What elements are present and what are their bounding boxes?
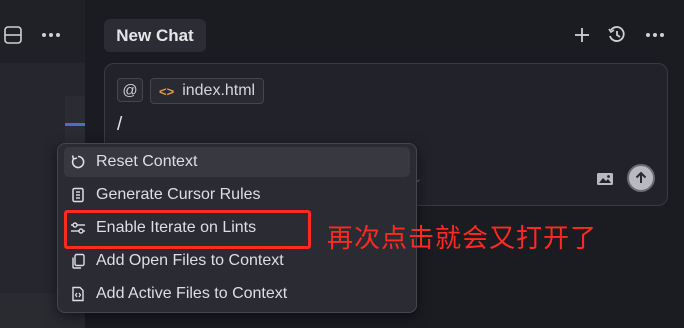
tab-new-chat[interactable]: New Chat [104, 19, 206, 52]
file-chip-label: index.html [182, 82, 256, 99]
menu-item-label: Generate Cursor Rules [96, 186, 261, 203]
plus-icon[interactable] [572, 25, 592, 45]
copy-icon [70, 253, 86, 269]
annotation-highlight-box [64, 210, 311, 249]
more-icon[interactable] [644, 25, 666, 45]
arrow-up-icon [635, 171, 647, 183]
menu-item-label: Add Open Files to Context [96, 252, 284, 269]
history-icon[interactable] [607, 25, 627, 45]
send-button[interactable] [627, 164, 655, 192]
file-code-icon [70, 286, 86, 302]
more-icon[interactable] [40, 24, 62, 46]
code-icon: <> [159, 83, 175, 99]
context-file-chip[interactable]: <> index.html [150, 78, 265, 104]
annotation-text: 再次点击就会又打开了 [327, 224, 598, 254]
menu-item-generate-cursor-rules[interactable]: Generate Cursor Rules [64, 180, 410, 210]
mention-button[interactable]: @ [117, 78, 143, 102]
layout-icon[interactable] [2, 24, 24, 46]
image-icon[interactable] [596, 172, 614, 186]
rules-icon [70, 187, 86, 203]
menu-item-label: Reset Context [96, 153, 198, 170]
at-icon: @ [122, 81, 138, 99]
menu-item-reset-context[interactable]: Reset Context [64, 147, 410, 177]
menu-item-label: Add Active Files to Context [96, 285, 288, 302]
menu-item-add-active-files[interactable]: Add Active Files to Context [64, 279, 410, 309]
selection-indicator [65, 123, 85, 126]
refresh-icon [70, 154, 86, 170]
composer-input-text[interactable]: / [117, 114, 122, 136]
